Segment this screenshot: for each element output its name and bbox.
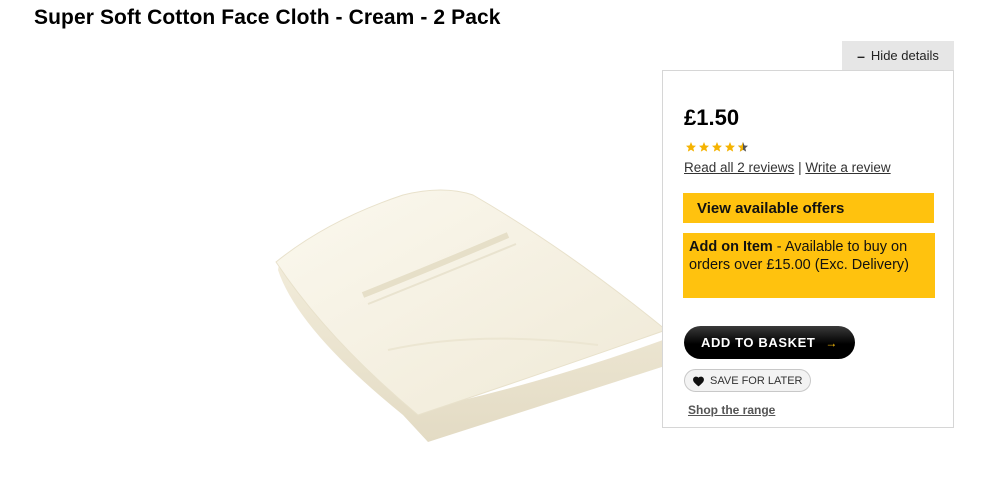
product-image [275,189,668,442]
view-offers-button[interactable]: View available offers [683,193,934,223]
reviews-links: Read all 2 reviews | Write a review [684,160,891,175]
add-to-basket-label: ADD TO BASKET [700,335,816,350]
rating-stars [685,141,749,153]
star-full-icon [699,142,709,152]
arrow-right-icon: → [825,335,839,350]
hide-details-label: Hide details [870,48,939,63]
add-on-title: Add on Item [689,239,773,255]
hide-details-button[interactable]: – Hide details [842,41,954,70]
add-to-basket-button[interactable]: ADD TO BASKET → [684,326,855,359]
star-half-icon [738,142,748,152]
heart-icon [692,375,705,387]
minus-icon: – [857,47,865,64]
save-for-later-button[interactable]: SAVE FOR LATER [684,369,811,392]
star-full-icon [712,142,722,152]
write-review-link[interactable]: Write a review [805,160,890,175]
product-details-panel: £1.50 Read all 2 reviews | Write a revie… [662,70,954,428]
star-full-icon [725,142,735,152]
product-price: £1.50 [684,105,740,130]
star-full-icon [686,142,696,152]
reviews-separator: | [798,160,802,175]
product-title: Super Soft Cotton Face Cloth - Cream - 2… [34,6,501,29]
read-reviews-link[interactable]: Read all 2 reviews [684,160,794,175]
add-on-item-notice: Add on Item - Available to buy on orders… [683,233,935,298]
shop-the-range-link[interactable]: Shop the range [688,403,775,417]
save-for-later-label: SAVE FOR LATER [710,374,803,387]
